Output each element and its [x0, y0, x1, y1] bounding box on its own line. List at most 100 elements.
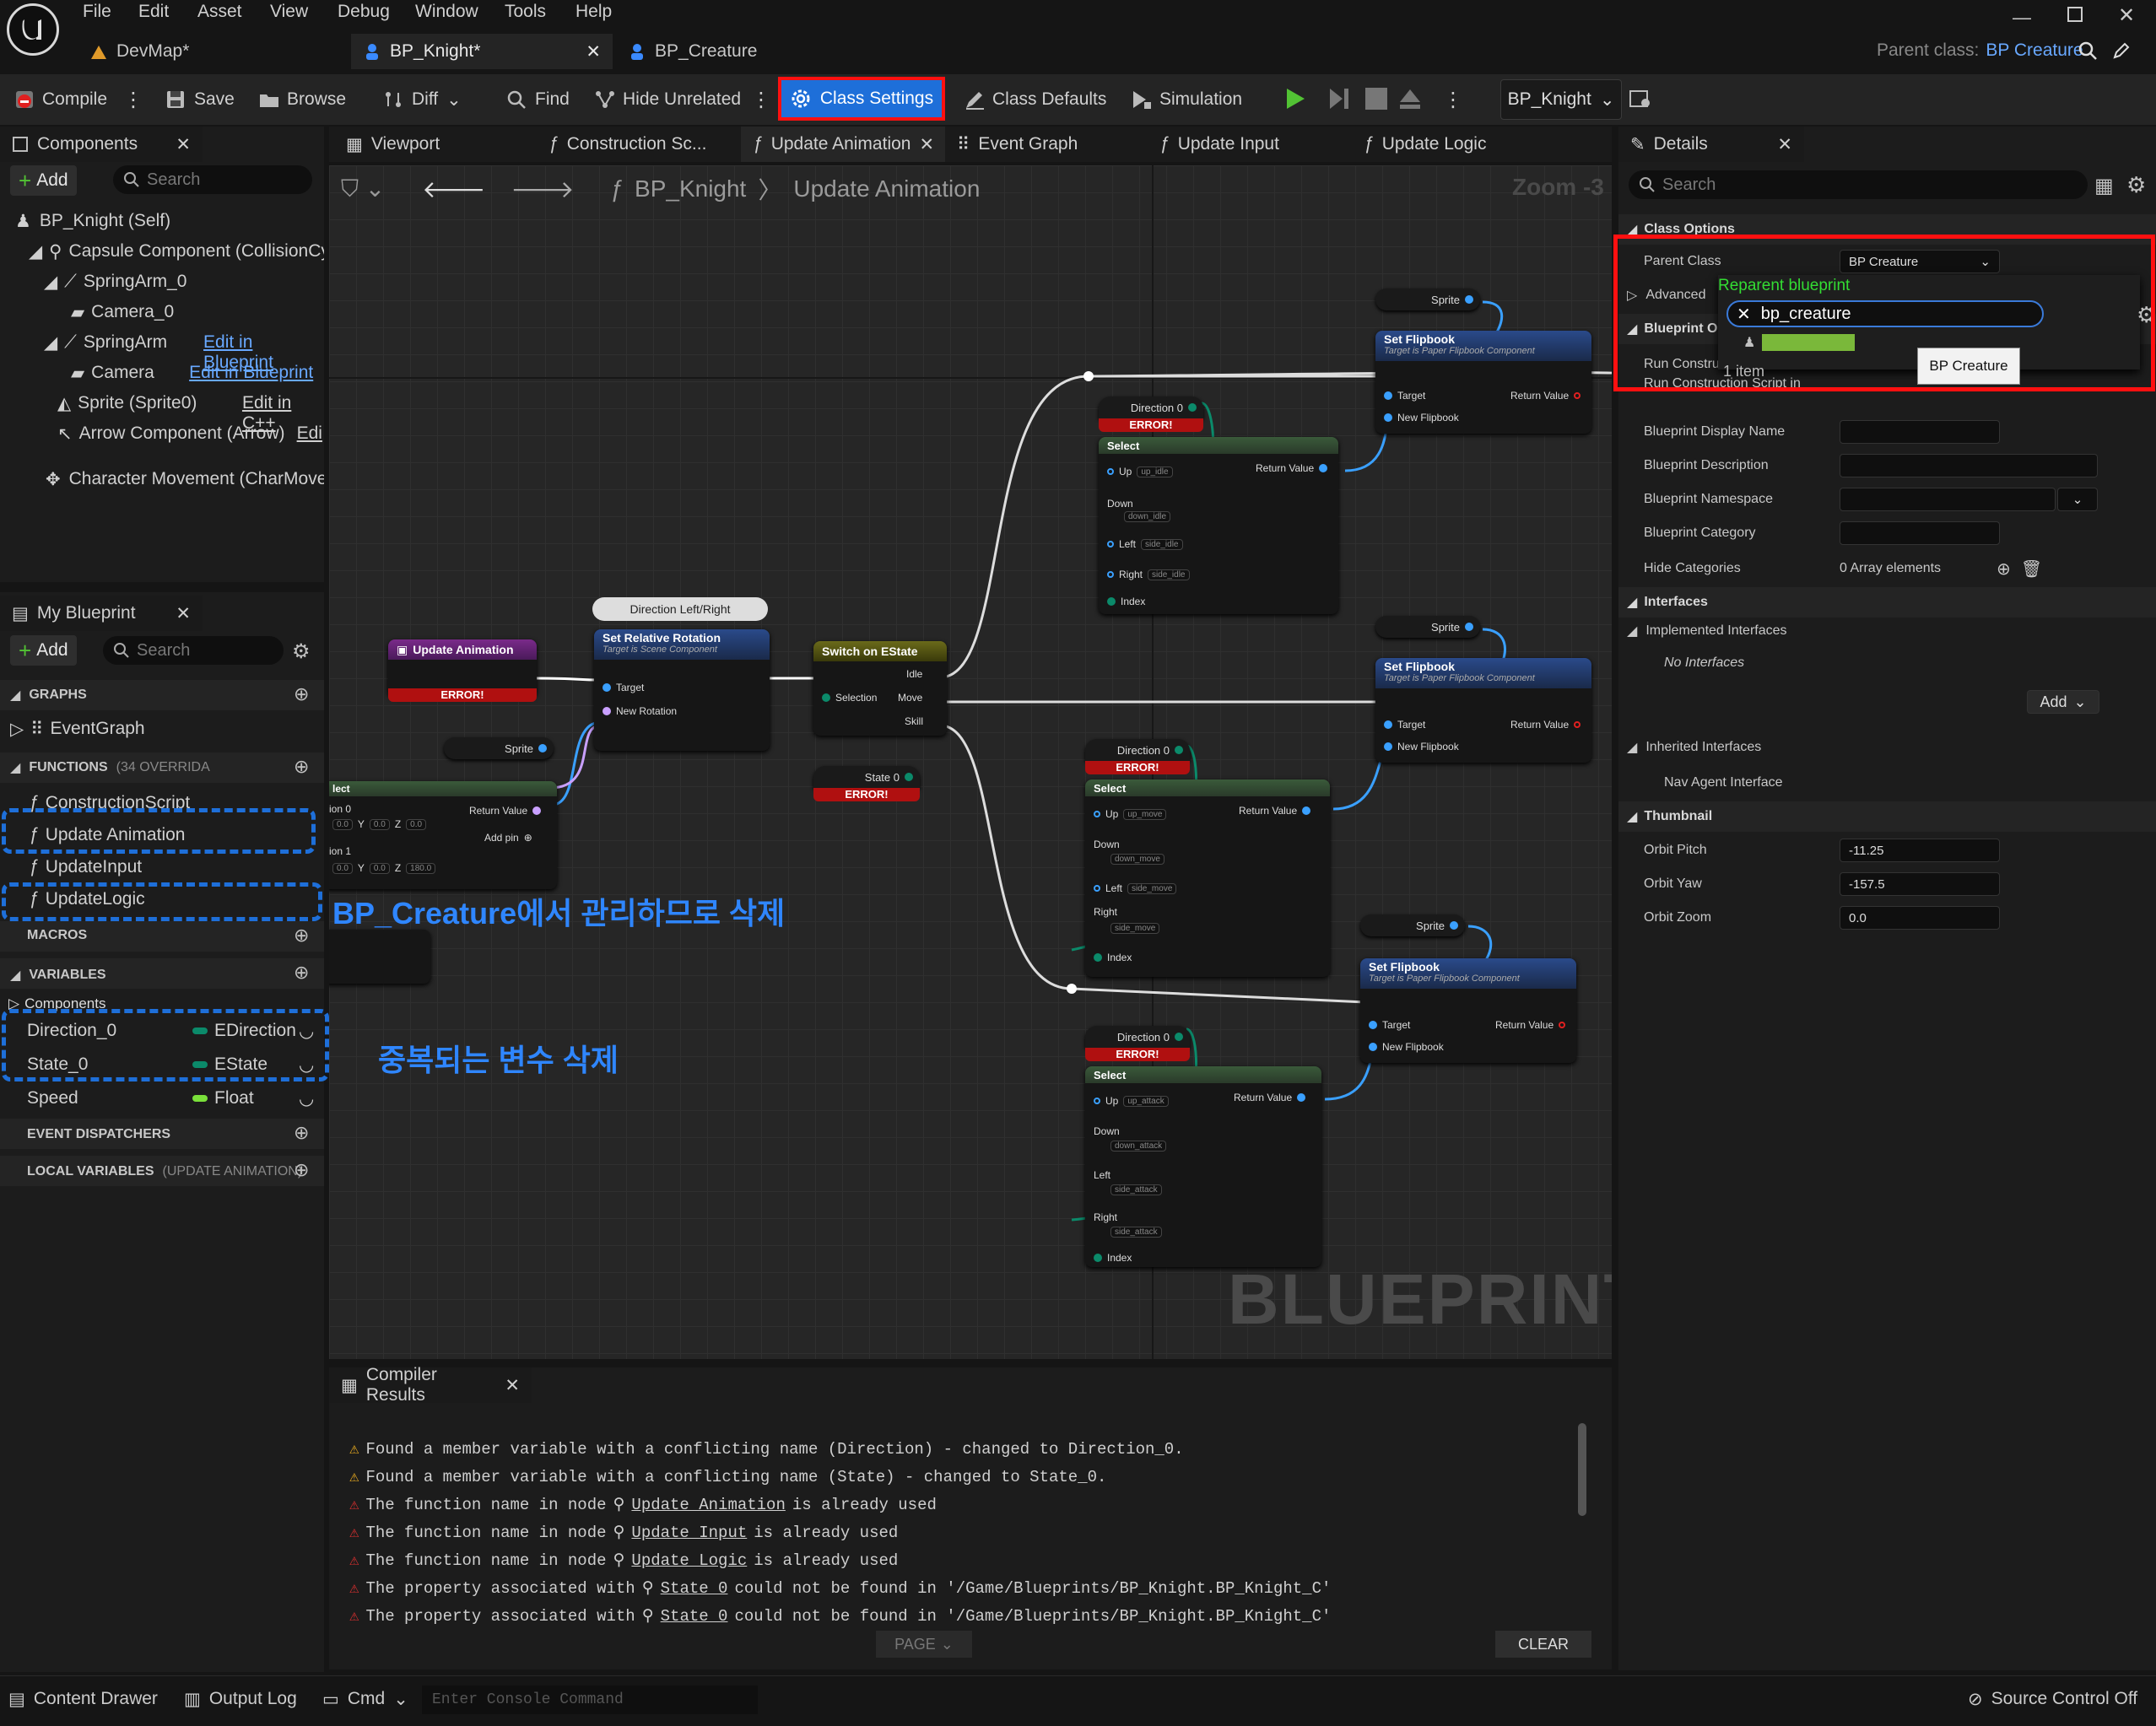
pin-target[interactable]: Target [1384, 719, 1425, 731]
compiler-message[interactable]: ⚠ Found a member variable with a conflict… [349, 1463, 1106, 1491]
flipbook-dropdown[interactable]: side_move [1127, 882, 1177, 894]
pin-return[interactable]: Return Value [1510, 390, 1581, 402]
flipbook-dropdown[interactable]: side_move [1110, 923, 1160, 934]
pin-down[interactable]: Down [1094, 839, 1120, 850]
bookmark-icon[interactable]: ⛉ ⌄ [341, 175, 385, 203]
pin-up[interactable]: Up up_move [1094, 808, 1167, 820]
my-blueprint-search-input[interactable]: Search [103, 636, 284, 665]
tab-update-input[interactable]: ƒ Update Input [1148, 127, 1291, 162]
menu-view[interactable]: View [270, 2, 308, 27]
eventgraph-item[interactable]: ▷ ⠿ EventGraph [10, 719, 145, 740]
add-graph-icon[interactable]: ⊕ [294, 683, 309, 705]
vector-input[interactable]: 0.0 Y 0.0 Z 0.0 [332, 818, 427, 830]
source-control-button[interactable]: ⊘ Source Control Off [1968, 1689, 2137, 1710]
find-button[interactable]: Find [500, 81, 576, 118]
pin-index[interactable]: Index [1094, 1252, 1132, 1264]
maximize-button[interactable] [2067, 7, 2083, 22]
dropdown-row[interactable]: side_attack [1110, 1227, 1162, 1238]
close-panel-icon[interactable]: ✕ [505, 1375, 520, 1396]
cmd-dropdown[interactable]: ▭ Cmd ⌄ [322, 1689, 408, 1710]
state-0-variable-node[interactable]: State 0 [813, 766, 920, 788]
trash-icon[interactable]: 🗑 [2021, 558, 2042, 580]
details-tab[interactable]: ✎ Details ✕ [1618, 127, 1804, 162]
compile-button[interactable]: Compile [7, 81, 114, 118]
flipbook-dropdown[interactable]: up_move [1123, 808, 1167, 820]
pin-right[interactable]: Right [1094, 1211, 1117, 1223]
thumbnail-section[interactable]: ◢ Thumbnail [1618, 801, 2156, 832]
pin-return[interactable]: Return Value [1234, 1092, 1306, 1103]
pin-return[interactable]: Return Value [469, 805, 542, 817]
close-window-button[interactable]: ✕ [2118, 3, 2135, 28]
description-input[interactable] [1840, 454, 2098, 477]
pin-target[interactable]: Target [1384, 390, 1425, 402]
details-search-input[interactable]: Search [1629, 170, 2088, 199]
orbit-yaw-input[interactable]: -157.5 [1840, 872, 2000, 896]
flipbook-dropdown[interactable]: up_idle [1137, 466, 1173, 477]
my-blueprint-tab[interactable]: ▤ My Blueprint ✕ [0, 596, 203, 631]
sprite-variable-node[interactable]: Sprite [444, 737, 554, 759]
add-element-icon[interactable]: ⊕ [1997, 558, 2011, 580]
switch-on-estate-node[interactable]: Switch on EState Selection Idle Move Ski… [813, 641, 947, 736]
hide-unrelated-button[interactable]: Hide Unrelated [587, 81, 748, 118]
play-icon[interactable] [1283, 86, 1308, 111]
component-item[interactable]: ✥ Character Movement (CharMove [46, 469, 324, 490]
namespace-input[interactable] [1840, 488, 2056, 511]
menu-debug[interactable]: Debug [338, 2, 390, 27]
add-variable-icon[interactable]: ⊕ [294, 962, 309, 984]
unreal-logo-icon[interactable] [7, 3, 59, 56]
add-member-button[interactable]: + Add [10, 635, 77, 666]
component-item[interactable]: ◢ ⚲ Capsule Component (CollisionCy [29, 241, 324, 262]
message-link[interactable]: State 0 [661, 1579, 728, 1598]
flipbook-dropdown[interactable]: down_move [1110, 854, 1164, 865]
pin-selection[interactable]: Selection [822, 692, 877, 704]
forward-arrow-icon[interactable]: 🡒 [511, 175, 574, 203]
tab-event-graph[interactable]: ⠿ Event Graph [945, 127, 1090, 162]
menu-window[interactable]: Window [415, 2, 478, 27]
play-options-icon[interactable]: ⋮ [1436, 81, 1470, 118]
function-item[interactable]: ƒ UpdateInput [29, 857, 142, 877]
breadcrumb-root[interactable]: BP_Knight [635, 175, 746, 202]
dropdown-row[interactable]: side_move [1110, 923, 1160, 934]
blueprint-graph-canvas[interactable]: ▣ Update Animation ERROR! Direction Left/… [329, 165, 1612, 1359]
comment-bubble[interactable]: Direction Left/Right [592, 597, 768, 621]
edit-in-blueprint-link[interactable]: Edit in Blueprint [189, 363, 313, 384]
pin-index[interactable]: Index [1107, 596, 1145, 607]
add-macro-icon[interactable]: ⊕ [294, 925, 309, 947]
compiler-results-tab[interactable]: ▦ Compiler Results ✕ [329, 1365, 532, 1405]
compile-options-icon[interactable]: ⋮ [116, 81, 150, 118]
browse-button[interactable]: Browse [251, 81, 353, 118]
pin-move[interactable]: Move [898, 692, 922, 704]
flipbook-dropdown[interactable]: down_idle [1124, 511, 1171, 522]
settings-gear-icon[interactable]: ⚙ [2126, 172, 2146, 198]
pin-right[interactable]: Right [1094, 906, 1117, 918]
message-link[interactable]: Update Animation [631, 1496, 785, 1514]
inherited-row[interactable]: ◢ Inherited Interfaces [1618, 731, 2156, 764]
direction-0-variable-node[interactable]: Direction 0 [1085, 1026, 1190, 1048]
set-relative-rotation-node[interactable]: Set Relative Rotation Target is Scene Com… [594, 629, 770, 751]
sprite-variable-node[interactable]: Sprite [1375, 289, 1480, 310]
set-flipbook-node[interactable]: Set Flipbook Target is Paper Flipbook Com… [1375, 658, 1591, 763]
save-button[interactable]: Save [159, 81, 241, 118]
compiler-message[interactable]: ⚠ The function name in node ⚲ Update Input i… [349, 1518, 898, 1546]
edit-in-cpp-link[interactable]: Edi [297, 423, 322, 445]
add-local-variable-icon[interactable]: ⊕ [294, 1159, 309, 1181]
menu-help[interactable]: Help [575, 2, 612, 27]
close-panel-icon[interactable]: ✕ [176, 603, 191, 624]
pin-target[interactable]: Target [602, 682, 644, 693]
set-flipbook-node[interactable]: Set Flipbook Target is Paper Flipbook Com… [1375, 331, 1591, 434]
page-button[interactable]: PAGE ⌄ [876, 1631, 972, 1658]
menu-asset[interactable]: Asset [197, 2, 242, 27]
flipbook-dropdown[interactable]: up_attack [1123, 1095, 1169, 1107]
compiler-scrollbar[interactable] [1578, 1423, 1586, 1516]
close-tab-icon[interactable]: ✕ [919, 134, 934, 155]
dropdown-row[interactable]: down_attack [1110, 1141, 1167, 1152]
class-defaults-button[interactable]: Class Defaults [957, 81, 1113, 118]
back-arrow-icon[interactable]: 🡐 [422, 175, 485, 203]
compiler-message[interactable]: ⚠ The function name in node ⚲ Update Logic i… [349, 1546, 898, 1574]
flipbook-dropdown[interactable]: side_idle [1141, 538, 1183, 550]
dropdown-row[interactable]: down_move [1110, 854, 1164, 865]
pin-idle[interactable]: Idle [906, 668, 922, 680]
minimize-button[interactable]: — [2013, 7, 2031, 29]
eject-icon[interactable] [1397, 86, 1423, 111]
content-drawer-button[interactable]: ▤ Content Drawer [8, 1689, 158, 1710]
